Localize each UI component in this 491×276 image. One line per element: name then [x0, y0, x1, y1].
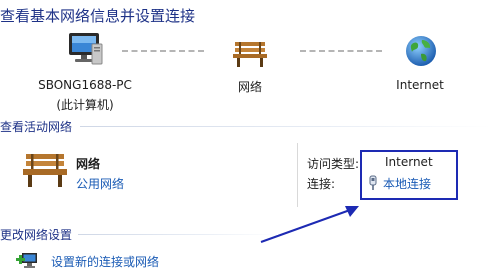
- annotation-arrow: [260, 206, 359, 243]
- connection-line-right: [300, 50, 382, 52]
- computer-icon: [65, 30, 105, 72]
- computer-node-subtitle: (此计算机): [56, 98, 114, 112]
- connections-label: 连接:: [307, 177, 336, 191]
- setup-connection-link[interactable]: 设置新的连接或网络: [51, 253, 159, 270]
- internet-node-name: Internet: [396, 78, 444, 92]
- bench-icon: [22, 152, 68, 188]
- section-divider: [78, 234, 278, 235]
- network-node-name: 网络: [237, 80, 262, 94]
- new-connection-icon: [16, 250, 40, 272]
- computer-node-name: SBONG1688-PC: [38, 78, 132, 92]
- globe-icon: [404, 34, 438, 68]
- access-type-label: 访问类型:: [307, 157, 360, 171]
- active-networks-header: 查看活动网络: [0, 120, 73, 134]
- connection-line-left: [122, 50, 204, 52]
- annotation-box: [360, 150, 458, 200]
- page-title: 查看基本网络信息并设置连接: [0, 7, 196, 25]
- change-settings-header: 更改网络设置: [0, 228, 73, 242]
- vertical-divider: [297, 143, 298, 207]
- active-network-name: 网络: [76, 157, 101, 171]
- section-divider: [80, 126, 491, 127]
- bench-icon: [232, 40, 268, 68]
- network-type-link[interactable]: 公用网络: [76, 175, 124, 192]
